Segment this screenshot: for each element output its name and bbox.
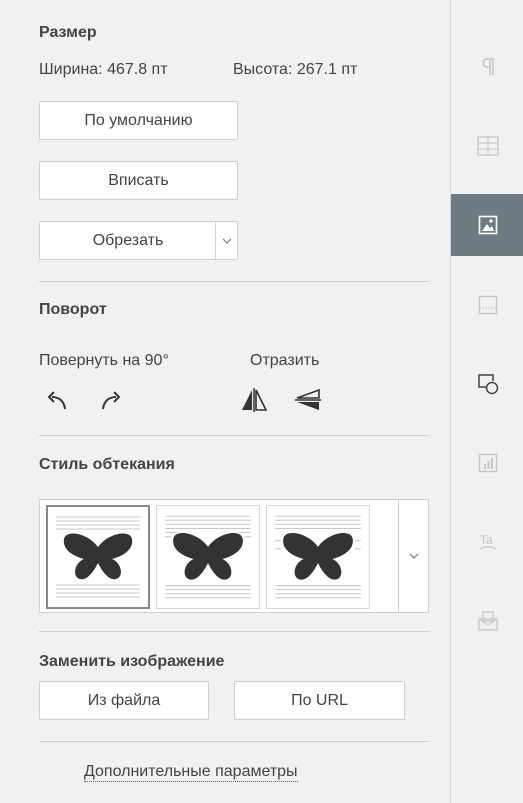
shape-settings-tab[interactable] (451, 353, 523, 415)
right-toolbar: Ta (450, 0, 523, 803)
chevron-down-icon (222, 238, 231, 244)
shape-icon (477, 374, 498, 395)
from-file-button[interactable]: Из файла (39, 681, 209, 720)
replace-image-title: Заменить изображение (39, 653, 225, 670)
rotate-right-button[interactable] (93, 384, 129, 416)
butterfly-wrap-icon (275, 515, 361, 599)
wrap-style-dropdown[interactable] (398, 500, 428, 612)
chevron-down-icon (409, 553, 418, 559)
height-value: Высота: 267.1 пт (233, 61, 358, 78)
size-title: Размер (39, 24, 97, 41)
wrapping-title: Стиль обтекания (39, 456, 175, 473)
rotate-left-button[interactable] (39, 384, 75, 416)
wrap-style-through[interactable] (266, 505, 370, 609)
flip-label: Отразить (250, 352, 320, 369)
text-art-icon: Ta (479, 533, 496, 550)
rotate-left-icon (47, 391, 66, 410)
divider (39, 741, 429, 742)
width-value: Ширина: 467.8 пт (39, 61, 168, 78)
chart-settings-tab[interactable] (451, 432, 523, 494)
table-settings-tab[interactable] (451, 115, 523, 177)
flip-horizontal-button[interactable] (236, 384, 272, 416)
rotate-right-icon (102, 391, 121, 410)
settings-panel: Размер Ширина: 467.8 пт Высота: 267.1 пт… (0, 0, 450, 803)
wrap-style-tight[interactable] (156, 505, 260, 609)
header-footer-settings-tab[interactable] (451, 274, 523, 336)
from-url-button[interactable]: По URL (234, 681, 405, 720)
rotation-title: Поворот (39, 301, 107, 318)
flip-vertical-icon (295, 388, 321, 410)
crop-split-button[interactable]: Обрезать (39, 221, 238, 260)
divider (39, 435, 429, 436)
divider (39, 281, 429, 282)
header-footer-icon (478, 295, 497, 315)
paragraph-settings-tab[interactable] (451, 36, 523, 98)
fit-button[interactable]: Вписать (39, 161, 238, 200)
table-icon (476, 136, 499, 156)
divider (39, 631, 429, 632)
image-settings-tab[interactable] (451, 194, 523, 256)
advanced-settings-link[interactable]: Дополнительные параметры (84, 763, 298, 782)
mail-merge-icon (477, 611, 498, 631)
crop-dropdown-arrow[interactable] (215, 222, 237, 259)
default-size-button[interactable]: По умолчанию (39, 101, 238, 140)
flip-horizontal-icon (242, 388, 268, 412)
butterfly-wrap-icon (56, 516, 140, 598)
rotate-label: Повернуть на 90° (39, 352, 169, 369)
paragraph-icon (482, 58, 494, 75)
chart-icon (478, 453, 497, 473)
image-icon (478, 215, 497, 235)
svg-text:Ta: Ta (480, 533, 493, 547)
crop-button-label: Обрезать (92, 231, 164, 249)
flip-vertical-button[interactable] (290, 384, 326, 416)
wrap-style-square[interactable] (46, 505, 150, 609)
mail-merge-settings-tab[interactable] (451, 590, 523, 652)
wrapping-style-picker (39, 499, 429, 613)
text-art-settings-tab[interactable]: Ta (451, 511, 523, 573)
butterfly-wrap-icon (165, 515, 251, 599)
